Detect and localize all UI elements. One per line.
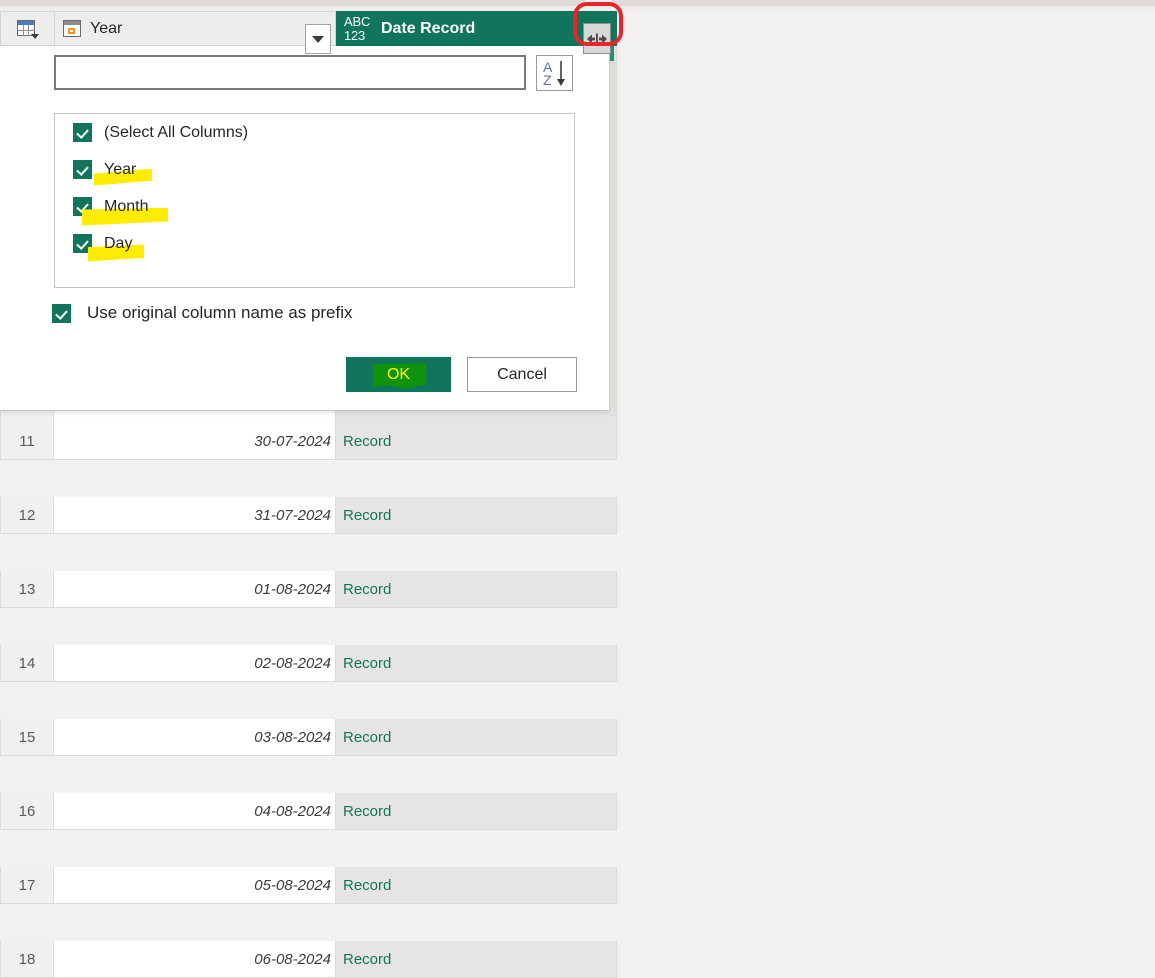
chevron-down-icon bbox=[312, 35, 324, 43]
table-row[interactable]: 17 05-08-2024 Record bbox=[0, 867, 617, 904]
row-index-cell: 13 bbox=[0, 571, 54, 608]
index-column-header[interactable] bbox=[0, 11, 54, 46]
table-row[interactable]: 14 02-08-2024 Record bbox=[0, 645, 617, 682]
row-index-cell: 12 bbox=[0, 497, 54, 534]
expand-columns-dialog: A Z (Select All Columns) Year Month Day Use… bbox=[0, 46, 610, 411]
row-index-cell: 11 bbox=[0, 423, 54, 460]
table-row[interactable]: 18 06-08-2024 Record bbox=[0, 941, 617, 978]
row-index-cell: 18 bbox=[0, 941, 54, 978]
sort-az-icon: A Z bbox=[543, 59, 565, 88]
vertical-scroll-track[interactable] bbox=[610, 61, 616, 416]
row-date-cell[interactable]: 01-08-2024 bbox=[54, 571, 336, 608]
column-list-item-label: Year bbox=[104, 160, 137, 178]
table-row[interactable]: 13 01-08-2024 Record bbox=[0, 571, 617, 608]
row-record-cell[interactable]: Record bbox=[336, 793, 617, 830]
column-header-row: Year ABC 123 Date Record bbox=[0, 11, 617, 54]
row-index-cell: 14 bbox=[0, 645, 54, 682]
table-grid-dropdown-icon[interactable] bbox=[16, 19, 39, 39]
row-record-cell[interactable]: Record bbox=[336, 423, 617, 460]
column-list-item[interactable]: Day bbox=[55, 225, 574, 262]
table-row[interactable]: 11 30-07-2024 Record bbox=[0, 423, 617, 460]
ok-button-label: OK bbox=[386, 365, 411, 383]
row-date-cell[interactable]: 05-08-2024 bbox=[54, 867, 336, 904]
table-row[interactable]: 12 31-07-2024 Record bbox=[0, 497, 617, 534]
row-record-cell[interactable]: Record bbox=[336, 645, 617, 682]
row-date-cell[interactable]: 30-07-2024 bbox=[54, 423, 336, 460]
data-table: 11 30-07-2024 Record 12 31-07-2024 Record 13 01… bbox=[0, 423, 617, 978]
column-checkbox[interactable] bbox=[73, 123, 92, 142]
column-header-year-label: Year bbox=[90, 19, 123, 37]
column-label-wrap: (Select All Columns) bbox=[104, 124, 248, 142]
prefix-checkbox[interactable] bbox=[52, 303, 71, 323]
row-index-cell: 15 bbox=[0, 719, 54, 756]
search-input[interactable] bbox=[54, 55, 526, 90]
column-list-item-label: (Select All Columns) bbox=[104, 123, 249, 141]
ok-button[interactable]: OK bbox=[346, 357, 451, 392]
expand-columns-button[interactable] bbox=[583, 23, 611, 54]
row-index-cell: 16 bbox=[0, 793, 54, 830]
row-date-cell[interactable]: 06-08-2024 bbox=[54, 941, 336, 978]
sort-az-button[interactable]: A Z bbox=[536, 55, 573, 91]
row-date-cell[interactable]: 03-08-2024 bbox=[54, 719, 336, 756]
column-header-date-record-label: Date Record bbox=[381, 19, 476, 37]
date-type-icon bbox=[63, 20, 81, 37]
year-filter-dropdown-button[interactable] bbox=[305, 24, 331, 54]
column-list-item[interactable]: (Select All Columns) bbox=[55, 114, 574, 151]
row-record-cell[interactable]: Record bbox=[336, 497, 617, 534]
abc123-line2: 123 bbox=[344, 27, 366, 43]
column-list-item[interactable]: Year bbox=[55, 151, 574, 188]
abc123-type-icon: ABC 123 bbox=[344, 15, 372, 42]
column-label-wrap: Month bbox=[82, 197, 168, 226]
column-header-year[interactable]: Year bbox=[54, 11, 336, 46]
svg-text:Z: Z bbox=[543, 72, 552, 88]
column-checkbox-list[interactable]: (Select All Columns) Year Month Day bbox=[54, 113, 575, 288]
cancel-button[interactable]: Cancel bbox=[467, 357, 577, 392]
table-row[interactable]: 15 03-08-2024 Record bbox=[0, 719, 617, 756]
row-record-cell[interactable]: Record bbox=[336, 941, 617, 978]
row-record-cell[interactable]: Record bbox=[336, 867, 617, 904]
row-date-cell[interactable]: 02-08-2024 bbox=[54, 645, 336, 682]
row-date-cell[interactable]: 31-07-2024 bbox=[54, 497, 336, 534]
expand-columns-icon bbox=[587, 33, 607, 44]
prefix-option-label: Use original column name as prefix bbox=[87, 303, 353, 322]
column-list-item-label: Month bbox=[104, 197, 149, 215]
column-label-wrap: Year bbox=[94, 160, 152, 186]
column-checkbox[interactable] bbox=[73, 160, 92, 179]
prefix-option-row[interactable]: Use original column name as prefix bbox=[52, 303, 353, 323]
column-header-date-record[interactable]: ABC 123 Date Record bbox=[336, 11, 617, 46]
column-label-wrap: Day bbox=[88, 234, 144, 262]
row-record-cell[interactable]: Record bbox=[336, 571, 617, 608]
row-date-cell[interactable]: 04-08-2024 bbox=[54, 793, 336, 830]
row-record-cell[interactable]: Record bbox=[336, 719, 617, 756]
column-list-item[interactable]: Month bbox=[55, 188, 574, 226]
table-row[interactable]: 16 04-08-2024 Record bbox=[0, 793, 617, 830]
column-list-item-label: Day bbox=[104, 234, 133, 252]
row-index-cell: 17 bbox=[0, 867, 54, 904]
